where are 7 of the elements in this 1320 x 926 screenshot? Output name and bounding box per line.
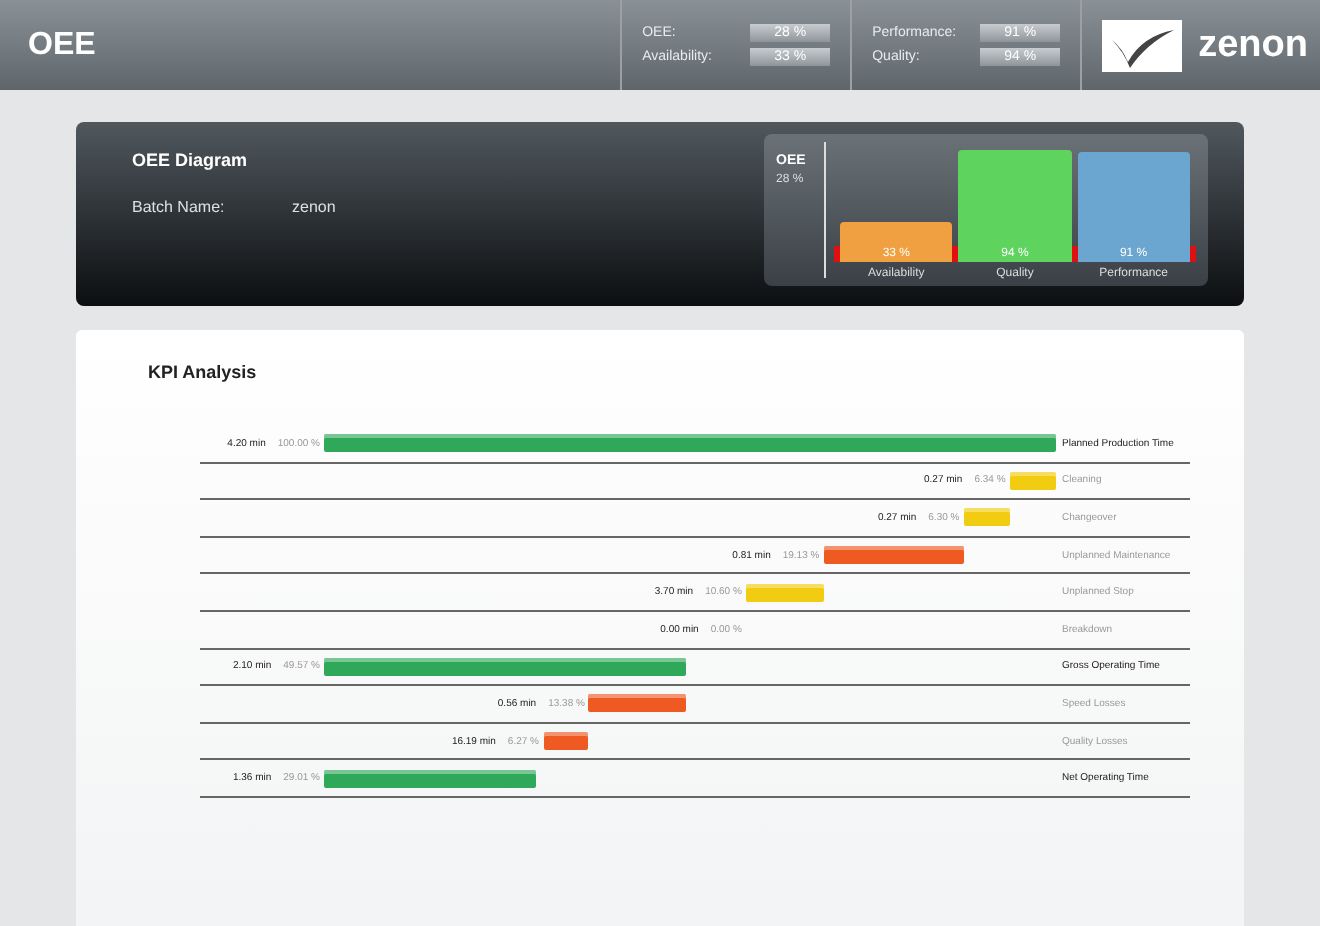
batch-value: zenon (292, 198, 336, 216)
batch-label: Batch Name: (132, 198, 227, 216)
checkmark-icon (1102, 19, 1183, 71)
page-title: OEE (26, 27, 98, 63)
section-title: KPI Analysis (148, 362, 259, 382)
logo-text: zenon (1198, 23, 1308, 67)
diagram-title: OEE Diagram (132, 150, 250, 170)
